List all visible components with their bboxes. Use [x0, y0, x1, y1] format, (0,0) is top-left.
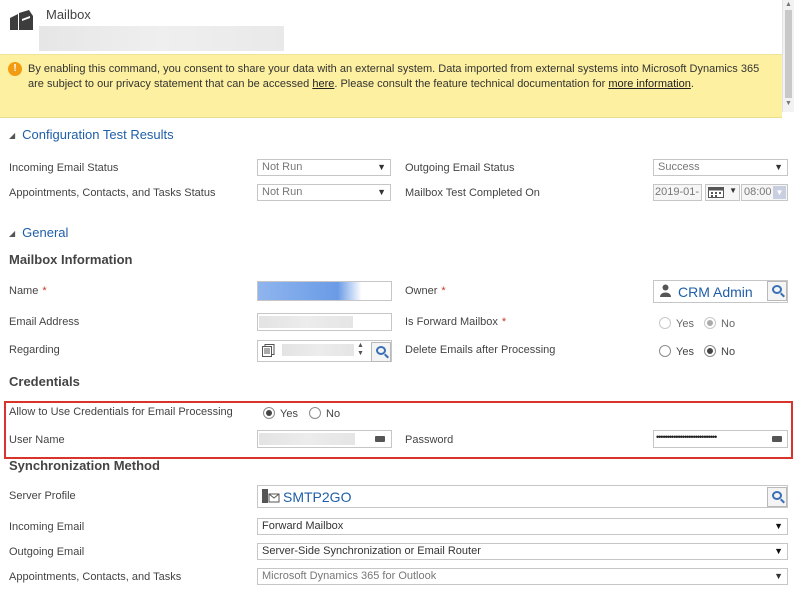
password-label: Password	[405, 434, 454, 446]
appointments-status-select[interactable]: Not Run ▼	[257, 184, 391, 201]
outgoing-email-status-select[interactable]: Success ▼	[653, 159, 788, 176]
privacy-here-link[interactable]: here	[312, 78, 334, 90]
mailbox-test-completed-label: Mailbox Test Completed On	[405, 187, 540, 199]
delete-no-radio[interactable]: No	[704, 345, 735, 358]
collapse-triangle-icon[interactable]: ◢	[9, 131, 15, 140]
dropdown-arrow-icon: ▼	[774, 546, 783, 556]
user-name-input[interactable]	[257, 430, 392, 448]
user-name-label: User Name	[9, 434, 65, 446]
name-input[interactable]	[257, 281, 392, 301]
completed-date-field[interactable]: 2019-01-	[653, 184, 702, 201]
spinner-icon[interactable]: ▲ ▼	[357, 342, 364, 358]
owner-lookup[interactable]: CRM Admin	[653, 280, 788, 303]
mailbox-information-heading: Mailbox Information	[9, 252, 133, 267]
server-profile-lookup-button[interactable]	[767, 487, 787, 507]
email-server-icon	[262, 489, 280, 503]
dropdown-arrow-icon: ▼	[774, 521, 783, 531]
outgoing-email-label: Outgoing Email	[9, 546, 85, 558]
password-mask: ••••••••••••••••••••••••••••	[656, 432, 717, 442]
password-input[interactable]: ••••••••••••••••••••••••••••	[653, 430, 788, 448]
delete-yes-radio[interactable]: Yes	[659, 345, 694, 358]
appointments-contacts-tasks-label: Appointments, Contacts, and Tasks	[9, 571, 182, 583]
incoming-email-status-label: Incoming Email Status	[9, 162, 119, 174]
section-general[interactable]: ◢ General	[9, 225, 68, 240]
notification-bar: ! By enabling this command, you consent …	[0, 54, 782, 118]
sync-method-heading: Synchronization Method	[9, 458, 160, 473]
more-information-link[interactable]: more information	[608, 78, 691, 90]
dropdown-arrow-icon: ▼	[774, 162, 783, 172]
mailbox-entity-icon	[10, 10, 33, 30]
regarding-label: Regarding	[9, 344, 60, 356]
owner-value-link[interactable]: CRM Admin	[678, 284, 753, 300]
appointments-contacts-tasks-select[interactable]: Microsoft Dynamics 365 for Outlook ▼	[257, 568, 788, 585]
required-asterisk: *	[42, 285, 47, 297]
field-action-icon[interactable]	[772, 436, 782, 442]
calendar-picker-button[interactable]: ▼	[705, 184, 740, 201]
delete-emails-label: Delete Emails after Processing	[405, 344, 556, 356]
credentials-heading: Credentials	[9, 374, 80, 389]
document-icon	[262, 344, 275, 357]
appointments-status-label: Appointments, Contacts, and Tasks Status	[9, 187, 216, 199]
scrollbar[interactable]: ▲ ▼	[782, 0, 794, 112]
record-header: Mailbox	[0, 0, 782, 54]
required-asterisk: *	[501, 316, 507, 328]
incoming-email-label: Incoming Email	[9, 521, 85, 533]
outgoing-email-select[interactable]: Server-Side Synchronization or Email Rou…	[257, 543, 788, 560]
allow-credentials-no-radio[interactable]: No	[309, 407, 340, 420]
dropdown-arrow-icon: ▼	[377, 187, 386, 197]
name-label: Name *	[9, 285, 47, 297]
allow-credentials-yes-radio[interactable]: Yes	[263, 407, 298, 420]
dropdown-arrow-icon: ▼	[774, 571, 783, 581]
section-config-test-results[interactable]: ◢ Configuration Test Results	[9, 127, 174, 142]
regarding-lookup-button[interactable]	[371, 342, 391, 362]
incoming-email-select[interactable]: Forward Mailbox ▼	[257, 518, 788, 535]
completed-time-field[interactable]: 08:00 ▼	[741, 184, 788, 201]
time-dropdown-icon[interactable]: ▼	[773, 186, 786, 199]
allow-credentials-label: Allow to Use Credentials for Email Proce…	[9, 406, 233, 418]
scroll-thumb[interactable]	[785, 10, 792, 98]
calendar-icon	[708, 187, 724, 198]
forward-no-radio[interactable]: No	[704, 317, 735, 330]
outgoing-email-status-label: Outgoing Email Status	[405, 162, 515, 174]
email-address-input[interactable]	[257, 313, 392, 331]
chevron-down-icon: ▼	[729, 186, 737, 195]
entity-title: Mailbox	[46, 7, 91, 22]
notification-text: By enabling this command, you consent to…	[28, 63, 760, 90]
regarding-lookup[interactable]: ▲ ▼	[257, 340, 392, 362]
warning-icon: !	[8, 62, 22, 76]
dropdown-arrow-icon: ▼	[377, 162, 386, 172]
owner-label: Owner *	[405, 285, 446, 297]
scroll-up-icon[interactable]: ▲	[785, 1, 792, 8]
forward-mailbox-label: Is Forward Mailbox *	[405, 316, 507, 328]
email-address-label: Email Address	[9, 316, 80, 328]
user-icon	[660, 284, 671, 297]
server-profile-value-link[interactable]: SMTP2GO	[283, 489, 351, 505]
field-action-icon[interactable]	[375, 436, 385, 442]
owner-lookup-button[interactable]	[767, 281, 787, 301]
collapse-triangle-icon[interactable]: ◢	[9, 229, 15, 238]
server-profile-lookup[interactable]: SMTP2GO	[257, 485, 788, 508]
record-name-blurred	[39, 26, 284, 51]
required-asterisk: *	[441, 285, 446, 297]
server-profile-label: Server Profile	[9, 490, 76, 502]
incoming-email-status-select[interactable]: Not Run ▼	[257, 159, 391, 176]
forward-yes-radio[interactable]: Yes	[659, 317, 694, 330]
scroll-down-icon[interactable]: ▼	[785, 100, 792, 107]
